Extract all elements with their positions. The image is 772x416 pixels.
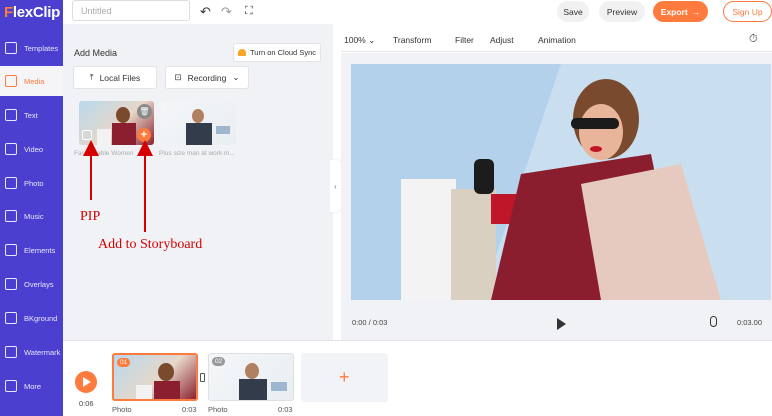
chevron-down-icon: ⌄ — [368, 35, 376, 45]
annotation-add-to-storyboard: Add to Storyboard — [98, 237, 203, 252]
video-preview[interactable] — [351, 64, 771, 300]
tab-animation[interactable]: Animation — [538, 35, 576, 45]
storyboard-clip[interactable]: 01 — [112, 353, 198, 401]
duration-display: 0:03.00 — [737, 318, 763, 327]
clock-icon[interactable]: ⏱ — [749, 33, 758, 46]
play-icon[interactable] — [557, 318, 566, 330]
storyboard-play-button[interactable] — [75, 371, 97, 393]
preview-photo — [351, 64, 771, 300]
total-time: 0:06 — [79, 399, 94, 408]
clip-number: 01 — [117, 358, 131, 367]
tab-transform[interactable]: Transform — [393, 35, 431, 45]
clip-number: 02 — [212, 357, 226, 366]
zoom-select[interactable]: 100% ⌄ — [344, 35, 375, 46]
transition-icon[interactable] — [200, 373, 205, 382]
clip-duration: 0:03 — [182, 405, 197, 414]
tab-filter[interactable]: Filter — [455, 35, 474, 45]
annotation-pip: PIP — [80, 209, 101, 224]
add-clip-button[interactable]: + — [301, 353, 388, 402]
clip-duration: 0:03 — [278, 405, 293, 414]
clip-type-label: Photo — [208, 405, 228, 414]
editor-toolbar: 100% ⌄ Transform Filter Adjust Animation… — [341, 28, 772, 52]
tab-adjust[interactable]: Adjust — [490, 35, 514, 45]
plus-icon: + — [339, 367, 350, 387]
zoom-value: 100% — [344, 35, 366, 45]
microphone-icon[interactable] — [710, 316, 717, 327]
storyboard-clip[interactable]: 02 — [208, 353, 294, 401]
clip-type-label: Photo — [112, 405, 132, 414]
time-display: 0:00 / 0:03 — [352, 318, 388, 327]
